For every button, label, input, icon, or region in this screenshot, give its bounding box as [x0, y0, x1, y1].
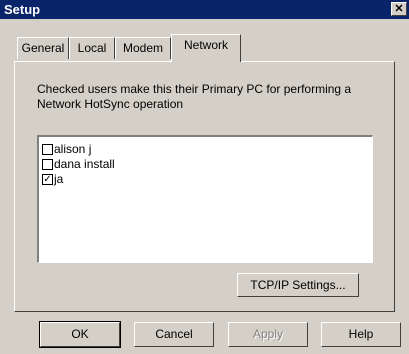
network-tab-panel: Checked users make this their Primary PC…	[14, 61, 395, 312]
help-button[interactable]: Help	[321, 322, 401, 347]
close-button[interactable]: ✕	[391, 2, 407, 16]
user-checkbox[interactable]: ✓	[42, 173, 53, 185]
title-bar: Setup ✕	[0, 0, 409, 19]
tcpip-settings-button[interactable]: TCP/IP Settings...	[237, 273, 359, 297]
tab-modem-label: Modem	[122, 41, 163, 55]
close-icon: ✕	[394, 3, 404, 15]
checkmark-icon: ✓	[43, 173, 52, 185]
ok-button[interactable]: OK	[39, 321, 121, 348]
tab-network[interactable]: Network	[171, 34, 241, 62]
tab-local[interactable]: Local	[69, 37, 115, 59]
apply-button[interactable]: Apply	[228, 322, 308, 347]
window-title: Setup	[4, 2, 41, 17]
user-name: dana install	[54, 157, 115, 171]
user-list[interactable]: alison j dana install ✓ ja	[37, 135, 373, 263]
user-list-item[interactable]: alison j	[42, 142, 91, 156]
user-name: ja	[54, 172, 64, 186]
user-name: alison j	[54, 142, 92, 156]
user-checkbox[interactable]	[42, 158, 53, 170]
primary-pc-description: Checked users make this their Primary PC…	[37, 82, 352, 111]
user-list-item[interactable]: ✓ ja	[42, 172, 63, 186]
tab-general[interactable]: General	[17, 37, 69, 59]
cancel-button[interactable]: Cancel	[134, 322, 214, 347]
tab-general-label: General	[21, 41, 65, 55]
tab-local-label: Local	[77, 41, 107, 55]
tab-modem[interactable]: Modem	[115, 37, 171, 59]
user-checkbox[interactable]	[42, 143, 53, 155]
user-list-item[interactable]: dana install	[42, 157, 115, 171]
tab-network-label: Network	[183, 38, 228, 52]
